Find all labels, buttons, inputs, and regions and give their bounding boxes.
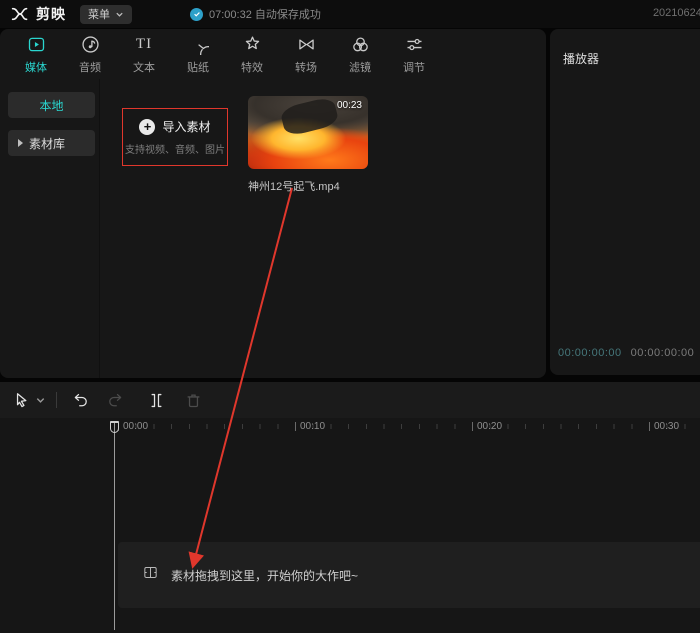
import-hint: 支持视频、音频、图片 [125,141,225,156]
timeline-toolbar [0,382,700,418]
media-icon [26,34,47,56]
tab-sticker[interactable]: 贴纸 [171,34,225,75]
tab-media-label: 媒体 [25,59,47,75]
tab-adjust-label: 调节 [403,59,425,75]
player-current-time: 00:00:00:00 [558,347,622,359]
player-total-time: 00:00:00:00 [631,347,695,359]
tab-text-label: 文本 [133,59,155,75]
timeline-panel: 00:00 00:10 00:20 00:30 素材拖拽到这里，开始你的大作吧~ [0,382,700,633]
capcut-logo-icon [10,5,30,23]
undo-button[interactable] [71,391,90,410]
tab-effects[interactable]: 特效 [225,34,279,75]
timeline-ruler[interactable]: 00:00 00:10 00:20 00:30 [0,418,700,440]
expand-triangle-icon [18,139,23,147]
project-id: 202106240 [653,7,700,19]
filter-icon [350,34,371,56]
player-panel: 播放器 00:00:00:00 00:00:00:00 [550,29,700,375]
player-time-display: 00:00:00:00 00:00:00:00 [558,347,694,359]
app-logo: 剪映 [0,4,66,24]
audio-icon [80,34,101,56]
film-strip-icon [142,564,159,586]
tab-audio[interactable]: 音频 [63,34,117,75]
tab-media[interactable]: 媒体 [9,34,63,75]
tab-filter-label: 滤镜 [349,59,371,75]
sticker-icon [188,34,209,56]
adjust-icon [404,34,425,56]
sidebar-item-local[interactable]: 本地 [8,92,95,118]
plus-icon: + [139,119,155,135]
import-label: 导入素材 [162,118,210,135]
media-tabbar: 媒体 音频 TI 文本 贴纸 [0,29,546,79]
video-clip-card[interactable]: 00:23 神州12号起飞.mp4 [248,96,368,194]
tab-text[interactable]: TI 文本 [117,34,171,75]
select-cursor-button[interactable] [12,391,31,410]
chevron-down-icon [115,10,124,19]
redo-button[interactable] [106,391,125,410]
delete-button[interactable] [184,391,203,410]
split-button[interactable] [147,391,166,410]
sidebar-item-library-label: 素材库 [29,135,65,152]
autosave-check-icon [190,8,203,21]
tab-audio-label: 音频 [79,59,101,75]
media-sidebar: 本地 素材库 [0,79,100,378]
sidebar-item-library[interactable]: 素材库 [8,130,95,156]
ruler-label-0: 00:00 [118,421,148,432]
tab-adjust[interactable]: 调节 [387,34,441,75]
ruler-label-3: 00:30 [649,421,679,432]
app-name: 剪映 [36,4,66,24]
capcut-window: 剪映 菜单 07:00:32 自动保存成功 202106240 媒体 [0,0,700,633]
video-thumbnail[interactable]: 00:23 [248,96,368,169]
player-title: 播放器 [563,50,599,67]
autosave-text: 07:00:32 自动保存成功 [209,6,321,22]
tab-effects-label: 特效 [241,59,263,75]
menu-button[interactable]: 菜单 [80,5,132,24]
top-bar: 剪映 菜单 07:00:32 自动保存成功 202106240 [0,0,700,28]
effects-icon [242,34,263,56]
timeline-empty-hint: 素材拖拽到这里，开始你的大作吧~ [171,567,358,584]
ruler-minor-ticks [118,424,700,429]
media-panel: 媒体 音频 TI 文本 贴纸 [0,29,546,378]
video-duration-badge: 00:23 [337,100,362,111]
media-body: 本地 素材库 + 导入素材 支持视频、音频、图片 00:23 神州12号起飞.m… [0,79,546,378]
text-icon: TI [136,34,152,56]
playhead-line[interactable] [114,422,115,630]
tab-filter[interactable]: 滤镜 [333,34,387,75]
ruler-label-2: 00:20 [472,421,502,432]
playhead-handle[interactable] [110,421,119,433]
tab-transition[interactable]: 转场 [279,34,333,75]
video-filename: 神州12号起飞.mp4 [248,178,368,194]
cursor-dropdown-chevron[interactable] [35,395,46,406]
tab-sticker-label: 贴纸 [187,59,209,75]
transition-icon [296,34,317,56]
tab-transition-label: 转场 [295,59,317,75]
toolbar-divider [56,392,57,408]
timeline-drop-zone[interactable]: 素材拖拽到这里，开始你的大作吧~ [118,542,700,608]
import-material-button[interactable]: + 导入素材 支持视频、音频、图片 [122,108,228,166]
menu-button-label: 菜单 [88,6,110,22]
autosave-status: 07:00:32 自动保存成功 [190,6,321,22]
ruler-label-1: 00:10 [295,421,325,432]
